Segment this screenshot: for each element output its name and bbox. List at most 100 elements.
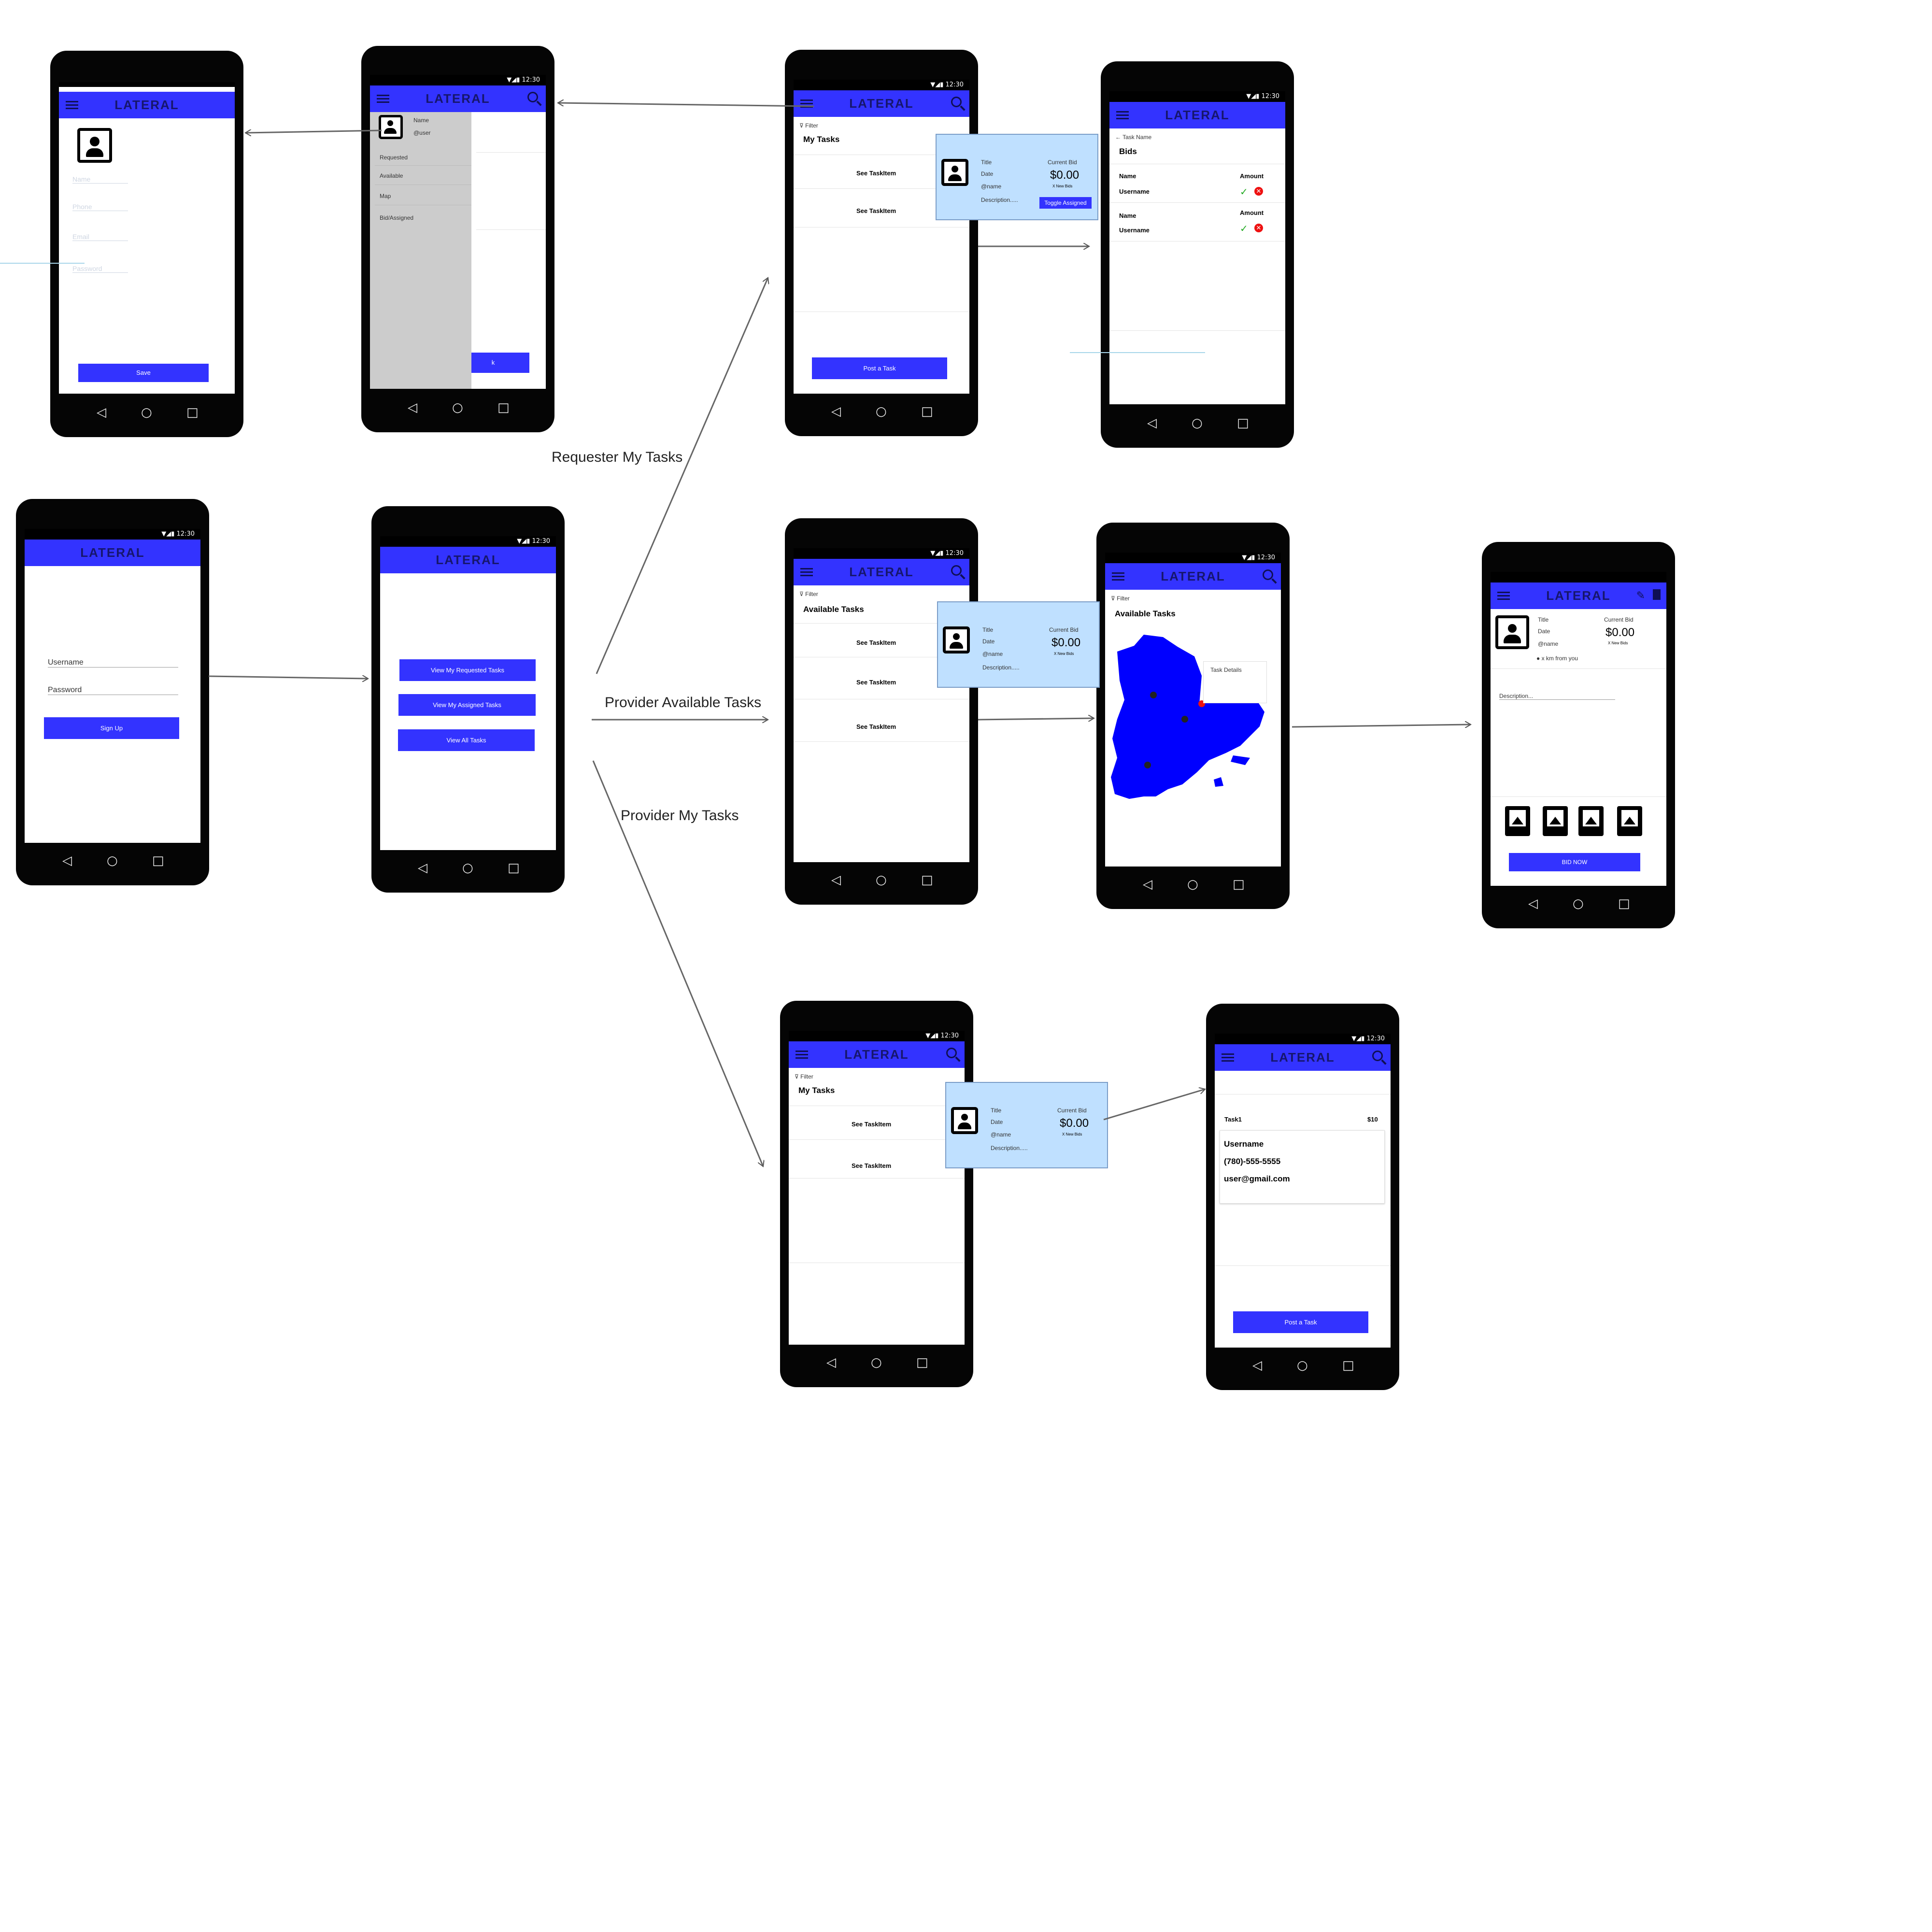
password-field[interactable]: Password	[72, 265, 128, 273]
filter-icon[interactable]: ⊽ Filter	[799, 122, 818, 129]
home-icon[interactable]: ○	[871, 1355, 882, 1370]
back-icon[interactable]: ◁	[1147, 416, 1157, 430]
view-requested-tasks-button[interactable]: View My Requested Tasks	[399, 659, 536, 681]
recent-apps-icon[interactable]: □	[508, 861, 520, 875]
recent-apps-icon[interactable]: □	[497, 400, 510, 415]
search-icon[interactable]	[1263, 569, 1273, 580]
edit-icon[interactable]: ✎	[1636, 589, 1645, 602]
status-time: 12:30	[532, 538, 550, 545]
accept-check-icon[interactable]: ✓	[1240, 223, 1248, 235]
reject-x-icon[interactable]: ✕	[1254, 187, 1263, 196]
recent-apps-icon[interactable]: □	[921, 873, 933, 887]
page-title: Bids	[1119, 147, 1137, 156]
task-item[interactable]: See TaskItem	[852, 1121, 891, 1128]
recent-apps-icon[interactable]: □	[1618, 896, 1630, 911]
task-item[interactable]: See TaskItem	[856, 170, 896, 177]
back-icon[interactable]: ◁	[1143, 877, 1152, 892]
phone-contact: ▼◢▮ 12:30 LATERAL Task1 $10 Username (78…	[1206, 1004, 1399, 1390]
home-icon[interactable]: ○	[876, 404, 887, 419]
bid-now-button[interactable]: BID NOW	[1509, 853, 1640, 871]
sign-up-button[interactable]: Sign Up	[44, 717, 179, 739]
task-item[interactable]: See TaskItem	[856, 207, 896, 214]
back-icon[interactable]: ◁	[1528, 896, 1538, 911]
post-task-button[interactable]: Post a Task	[812, 357, 947, 379]
reject-x-icon[interactable]: ✕	[1254, 224, 1263, 232]
recent-apps-icon[interactable]: □	[1237, 416, 1249, 430]
back-icon[interactable]: ◁	[1252, 1358, 1262, 1373]
phone-field[interactable]: Phone	[72, 203, 128, 211]
image-icon[interactable]	[1578, 806, 1604, 836]
back-icon[interactable]: ◁	[826, 1355, 836, 1370]
home-icon[interactable]: ○	[107, 853, 118, 868]
search-icon[interactable]	[951, 97, 962, 107]
task-title: Title	[981, 159, 992, 166]
contact-email[interactable]: user@gmail.com	[1224, 1174, 1290, 1184]
back-icon[interactable]: ◁	[408, 400, 417, 415]
avatar-icon[interactable]	[379, 115, 403, 139]
image-icon[interactable]	[1505, 806, 1530, 836]
contact-phone[interactable]: (780)-555-5555	[1224, 1157, 1280, 1166]
task-item[interactable]: See TaskItem	[852, 1162, 891, 1169]
accept-check-icon[interactable]: ✓	[1240, 186, 1248, 198]
password-field[interactable]: Password	[48, 686, 178, 695]
drawer-item-bid-assigned[interactable]: Bid/Assigned	[380, 214, 413, 221]
filter-icon[interactable]: ⊽ Filter	[795, 1073, 813, 1080]
avatar-icon[interactable]	[77, 128, 112, 163]
back-icon[interactable]: ◁	[831, 873, 841, 887]
search-icon[interactable]	[527, 92, 538, 102]
filter-icon[interactable]: ⊽ Filter	[1111, 595, 1130, 602]
search-icon[interactable]	[946, 1048, 957, 1058]
image-icon[interactable]	[1543, 806, 1568, 836]
home-icon[interactable]: ○	[1187, 877, 1198, 892]
back-arrow-icon[interactable]: ← Task Name	[1115, 134, 1151, 141]
task-detail-popup: Title Date @name Description..... Curren…	[936, 134, 1098, 220]
home-icon[interactable]: ○	[141, 405, 152, 420]
search-icon[interactable]	[951, 565, 962, 576]
post-task-button[interactable]: Post a Task	[1233, 1311, 1368, 1333]
username-field[interactable]: Username	[48, 658, 178, 668]
contact-card: Username (780)-555-5555 user@gmail.com	[1220, 1130, 1385, 1204]
status-bar: ▼◢▮ 12:30	[1109, 91, 1285, 102]
home-icon[interactable]: ○	[462, 861, 473, 875]
view-all-tasks-button[interactable]: View All Tasks	[398, 729, 535, 751]
filter-icon[interactable]: ⊽ Filter	[799, 591, 818, 597]
back-icon[interactable]: ◁	[62, 853, 72, 868]
save-button[interactable]: Save	[78, 364, 209, 382]
email-field[interactable]: Email	[72, 233, 128, 241]
recent-apps-icon[interactable]: □	[1233, 877, 1245, 892]
recent-apps-icon[interactable]: □	[1342, 1358, 1354, 1373]
home-icon[interactable]: ○	[452, 400, 463, 415]
drawer-item-available[interactable]: Available	[380, 172, 403, 179]
back-icon[interactable]: ◁	[831, 404, 841, 419]
task-title: Title	[1538, 616, 1549, 623]
task-detail-popup: Title Date @name Description..... Curren…	[937, 601, 1100, 688]
back-icon[interactable]: ◁	[97, 405, 106, 420]
toggle-assigned-button[interactable]: Toggle Assigned	[1039, 197, 1092, 209]
task-item[interactable]: See TaskItem	[856, 639, 896, 646]
drawer-item-map[interactable]: Map	[380, 193, 391, 199]
recent-apps-icon[interactable]: □	[186, 405, 199, 420]
new-bids-count: X New Bids	[1608, 641, 1628, 645]
recent-apps-icon[interactable]: □	[921, 404, 933, 419]
recent-apps-icon[interactable]: □	[916, 1355, 928, 1370]
map-pin-icon	[1181, 716, 1188, 723]
task-item[interactable]: See TaskItem	[856, 723, 896, 730]
view-assigned-tasks-button[interactable]: View My Assigned Tasks	[398, 694, 536, 716]
home-icon[interactable]: ○	[1192, 416, 1203, 430]
status-icons: ▼◢▮	[1246, 93, 1260, 100]
name-field[interactable]: Name	[72, 175, 128, 184]
status-icons: ▼◢▮	[930, 550, 944, 557]
back-icon[interactable]: ◁	[418, 861, 427, 875]
drawer-username: @user	[413, 129, 431, 136]
task-details-tooltip[interactable]: Task Details	[1203, 661, 1267, 703]
recent-apps-icon[interactable]: □	[152, 853, 164, 868]
task-detail-popup: Title Date @name Description..... Curren…	[945, 1082, 1108, 1168]
drawer-item-requested[interactable]: Requested	[380, 154, 408, 161]
delete-icon[interactable]	[1653, 589, 1661, 600]
home-icon[interactable]: ○	[876, 873, 887, 887]
home-icon[interactable]: ○	[1297, 1358, 1308, 1373]
search-icon[interactable]	[1372, 1051, 1383, 1061]
home-icon[interactable]: ○	[1573, 896, 1584, 911]
task-item[interactable]: See TaskItem	[856, 679, 896, 686]
image-icon[interactable]	[1617, 806, 1642, 836]
